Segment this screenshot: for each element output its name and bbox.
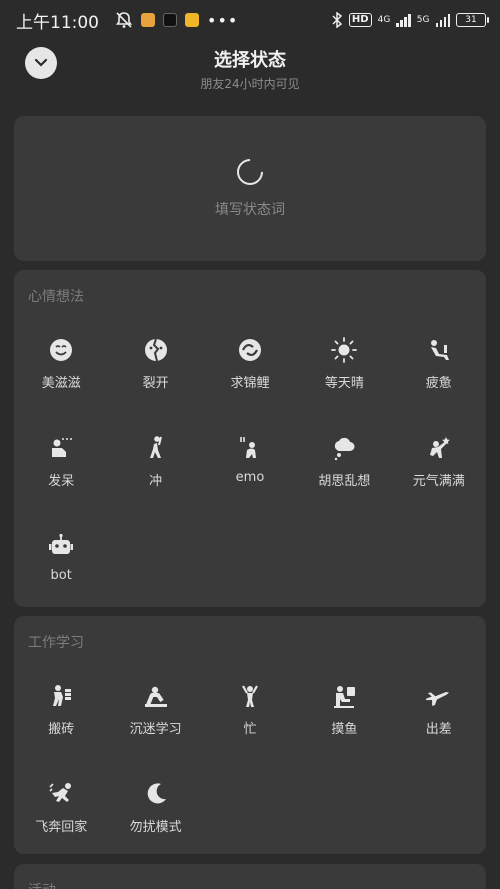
section-title-mood: 心情想法 (28, 289, 84, 305)
page-title: 选择状态 (214, 50, 286, 71)
page-subtitle: 朋友24小时内可见 (200, 77, 300, 91)
work-section: 工作学习 搬砖 沉迷学习 忙 摸鱼 出差飞奔回家 勿扰模式 (14, 616, 486, 854)
moon-icon (142, 780, 170, 808)
custom-status-card[interactable]: 填写状态词 (14, 116, 486, 261)
signal-2-icon (435, 13, 450, 27)
work-grid: 搬砖 沉迷学习 忙 摸鱼 出差飞奔回家 勿扰模式 (14, 678, 486, 852)
studying-icon (142, 682, 170, 710)
network-type-1: 4G (377, 14, 391, 25)
clock: 上午11:00 (16, 12, 99, 33)
mood-section: 心情想法 美滋滋 裂开 求锦鲤 等天晴 疲惫发呆 冲 emo 胡思乱想 元气满满 bot (14, 270, 486, 607)
mood-option[interactable]: 美滋滋 (14, 332, 108, 408)
work-option[interactable]: 搬砖 (14, 678, 108, 754)
work-option[interactable]: 摸鱼 (297, 678, 391, 754)
signal-1-icon (396, 13, 411, 27)
mood-option[interactable]: 疲惫 (392, 332, 486, 408)
work-option-label: 沉迷学习 (129, 722, 182, 737)
work-option[interactable]: 忙 (203, 678, 297, 754)
app-notification-icon (141, 13, 155, 27)
hd-voice-badge: HD (348, 13, 372, 27)
section-title-activity: 活动 (28, 880, 56, 889)
koi-icon (236, 336, 264, 364)
mood-option-label: 等天晴 (324, 376, 364, 391)
mood-option[interactable]: emo (203, 430, 297, 506)
mood-option-label: 元气满满 (412, 474, 465, 489)
bluetooth-icon (332, 12, 343, 28)
mood-option-label: 冲 (149, 474, 163, 489)
mood-option[interactable]: 等天晴 (297, 332, 391, 408)
emo-person-icon (236, 434, 264, 462)
custom-status-placeholder: 填写状态词 (215, 201, 285, 218)
chevron-down-icon (34, 58, 48, 67)
mood-option-label: 裂开 (142, 376, 169, 391)
collapse-button[interactable] (25, 47, 57, 79)
thought-cloud-icon (330, 434, 358, 462)
sun-icon (330, 336, 358, 364)
mood-option-label: 疲惫 (425, 376, 452, 391)
work-option[interactable]: 飞奔回家 (14, 776, 108, 852)
work-option[interactable]: 沉迷学习 (108, 678, 202, 754)
activity-section: 活动 (14, 864, 486, 889)
mood-option-label: emo (235, 470, 265, 485)
work-option-label: 勿扰模式 (129, 820, 182, 835)
work-option[interactable]: 出差 (392, 678, 486, 754)
running-home-icon (47, 780, 75, 808)
daze-icon (47, 434, 75, 462)
tired-person-icon (425, 336, 453, 364)
slacking-icon (330, 682, 358, 710)
work-option-label: 飞奔回家 (35, 820, 88, 835)
mood-option[interactable]: bot (14, 528, 108, 604)
mood-option[interactable]: 求锦鲤 (203, 332, 297, 408)
mood-grid: 美滋滋 裂开 求锦鲤 等天晴 疲惫发呆 冲 emo 胡思乱想 元气满满 bot (14, 332, 486, 604)
loading-spinner-icon (231, 153, 269, 190)
tiktok-icon (163, 13, 177, 27)
message-icon (185, 13, 199, 27)
work-option-label: 出差 (425, 722, 452, 737)
robot-icon (47, 532, 75, 560)
charge-person-icon (142, 434, 170, 462)
header: 选择状态 朋友24小时内可见 (0, 40, 500, 100)
work-option-label: 搬砖 (48, 722, 75, 737)
mood-option-label: 胡思乱想 (318, 474, 371, 489)
more-dots-icon: ••• (207, 10, 239, 30)
cracked-face-icon (142, 336, 170, 364)
work-option[interactable]: 勿扰模式 (108, 776, 202, 852)
work-option-label: 摸鱼 (331, 722, 358, 737)
mood-option-label: 发呆 (48, 474, 75, 489)
mood-option[interactable]: 冲 (108, 430, 202, 506)
smiley-icon (47, 336, 75, 364)
mood-option[interactable]: 胡思乱想 (297, 430, 391, 506)
work-option-label: 忙 (243, 722, 257, 737)
battery-icon: 31 (456, 13, 489, 27)
section-title-work: 工作学习 (28, 635, 84, 651)
carry-bricks-icon (47, 682, 75, 710)
status-bar: 上午11:00 ••• HD 4G 5G 31 (0, 0, 500, 40)
airplane-icon (425, 682, 453, 710)
energetic-person-icon (425, 434, 453, 462)
mood-option-label: 求锦鲤 (230, 376, 270, 391)
bell-off-icon (115, 12, 133, 28)
network-type-2: 5G (416, 14, 430, 25)
mood-option-label: bot (50, 568, 72, 583)
mood-option-label: 美滋滋 (41, 376, 81, 391)
mood-option[interactable]: 发呆 (14, 430, 108, 506)
busy-person-icon (236, 682, 264, 710)
mood-option[interactable]: 裂开 (108, 332, 202, 408)
mood-option[interactable]: 元气满满 (392, 430, 486, 506)
